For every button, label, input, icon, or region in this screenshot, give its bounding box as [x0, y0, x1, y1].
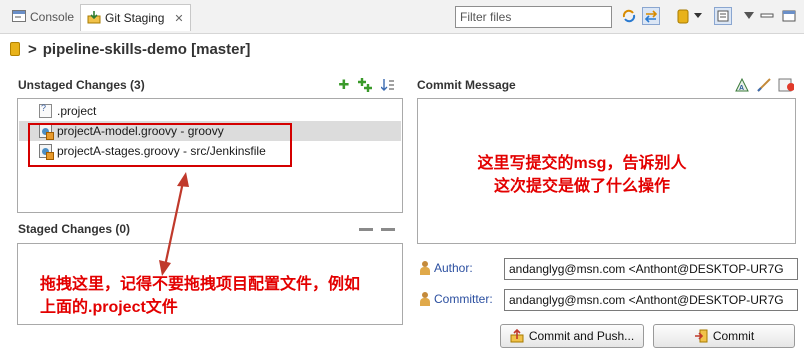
breadcrumb-separator: > — [28, 40, 37, 58]
tab-git-staging[interactable]: Git Staging ✕ — [80, 4, 191, 31]
commit-push-icon — [510, 328, 524, 343]
link-with-selection-icon[interactable] — [642, 7, 660, 25]
repository-label: pipeline-skills-demo [master] — [42, 40, 251, 58]
view-tab-bar: Console Git Staging ✕ — [0, 0, 804, 34]
commit-and-push-label: Commit and Push... — [528, 329, 635, 343]
signed-off-icon[interactable]: A — [734, 77, 750, 93]
commit-message-title: Commit Message — [417, 78, 516, 92]
committer-input[interactable] — [504, 289, 798, 311]
annotation-message-note: 这里写提交的msg，告诉别人这次提交是做了什么操作 — [477, 155, 687, 195]
file-name: .project — [57, 104, 97, 118]
collapse-icon[interactable] — [358, 222, 374, 238]
author-label-text: Author: — [434, 261, 473, 275]
close-icon[interactable]: ✕ — [174, 12, 183, 25]
remove-icon[interactable] — [380, 222, 396, 238]
tab-console-label: Console — [30, 10, 75, 24]
file-question-icon — [39, 103, 52, 118]
add-to-index-icon[interactable]: ✚ — [336, 77, 352, 93]
repository-heading: > pipeline-skills-demo [master] — [10, 38, 250, 60]
commit-label: Commit — [712, 329, 755, 343]
repository-icon[interactable] — [674, 7, 692, 25]
committer-label-text: Committer: — [434, 292, 493, 306]
amend-icon[interactable] — [778, 77, 794, 93]
commit-icon — [694, 329, 708, 343]
svg-text:A: A — [739, 85, 744, 92]
author-label: Author: — [419, 258, 473, 278]
console-icon — [12, 9, 26, 25]
staged-changes-title: Staged Changes (0) — [18, 222, 131, 236]
unstaged-changes-title: Unstaged Changes (3) — [18, 78, 145, 92]
tab-git-staging-label: Git Staging — [105, 11, 165, 25]
sign-commit-icon[interactable] — [756, 77, 772, 93]
annotation-drag-note: 拖拽这里，记得不要拖拽项目配置文件，例如上面的.project文件 — [40, 276, 361, 316]
add-all-to-index-icon[interactable] — [358, 77, 374, 93]
commit-button[interactable]: Commit — [653, 324, 795, 348]
tab-console[interactable]: Console — [6, 4, 80, 30]
refresh-icon[interactable] — [620, 7, 638, 25]
repository-icon — [10, 42, 20, 56]
chevron-down-icon[interactable] — [692, 7, 704, 25]
author-input[interactable] — [504, 258, 798, 280]
presentation-icon[interactable] — [714, 7, 732, 25]
maximize-icon[interactable] — [780, 7, 798, 25]
annotation-highlight-box — [28, 123, 292, 167]
person-icon — [419, 261, 431, 275]
view-menu-icon[interactable] — [740, 7, 758, 25]
list-item[interactable]: .project — [19, 101, 401, 121]
minimize-icon[interactable] — [758, 7, 776, 25]
sort-list-icon[interactable] — [380, 77, 396, 93]
committer-label: Committer: — [419, 289, 493, 309]
person-icon — [419, 292, 431, 306]
git-staging-icon — [87, 10, 101, 27]
commit-and-push-button[interactable]: Commit and Push... — [500, 324, 644, 348]
annotation-double-arrow — [159, 172, 189, 276]
filter-files-input[interactable] — [455, 6, 612, 28]
